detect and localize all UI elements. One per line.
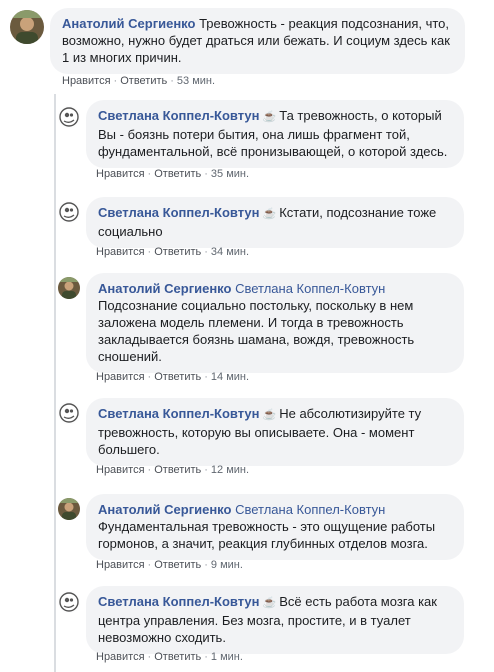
comment-time[interactable]: 1 мин. — [211, 651, 243, 663]
comment-time[interactable]: 9 мин. — [211, 559, 243, 571]
coffee-cup-icon: ☕ — [262, 409, 277, 421]
avatar-svetlana[interactable] — [58, 106, 80, 128]
reply-link[interactable]: Ответить — [120, 75, 167, 87]
reply-link[interactable]: Ответить — [154, 464, 201, 476]
comment-time[interactable]: 12 мин. — [211, 464, 249, 476]
reply-comment: Светлана Коппел-Ковтун ☕ Всё есть работа м… — [0, 584, 494, 672]
comment-actions: Нравится · Ответить · 35 мин. — [96, 168, 250, 180]
avatar-anatoly[interactable] — [58, 498, 80, 520]
comment-time[interactable]: 34 мин. — [211, 246, 249, 258]
reply-comment: Светлана Коппел-Ковтун ☕ Не абсолютизируйт… — [0, 394, 494, 484]
reply-link[interactable]: Ответить — [154, 559, 201, 571]
reply-comment: Анатолий Сергиенко Светлана Коппел-Ковту… — [0, 270, 494, 388]
comment-author[interactable]: Анатолий Сергиенко — [98, 502, 231, 517]
avatar-svetlana[interactable] — [58, 201, 80, 223]
comment-actions: Нравится · Ответить · 1 мин. — [96, 651, 243, 663]
avatar-svetlana[interactable] — [58, 591, 80, 613]
coffee-cup-icon: ☕ — [262, 597, 277, 609]
comment-actions: Нравится · Ответить · 34 мин. — [96, 246, 250, 258]
reply-link[interactable]: Ответить — [154, 168, 201, 180]
comment-text: Подсознание социально постольку, посколь… — [98, 298, 415, 364]
mention-link[interactable]: Светлана Коппел-Ковтун — [235, 281, 385, 296]
comment-bubble: Светлана Коппел-Ковтун ☕ Кстати, подсознан… — [86, 197, 464, 248]
reply-link[interactable]: Ответить — [154, 371, 201, 383]
coffee-cup-icon: ☕ — [262, 208, 277, 220]
comment-bubble: Анатолий Сергиенко Светлана Коппел-Ковту… — [86, 494, 464, 560]
comment-author[interactable]: Светлана Коппел-Ковтун — [98, 406, 260, 421]
coffee-cup-icon: ☕ — [262, 111, 277, 123]
comment-actions: Нравится · Ответить · 14 мин. — [96, 371, 250, 383]
comment-bubble: Анатолий Сергиенко Тревожность - реакция… — [50, 8, 465, 74]
like-link[interactable]: Нравится — [96, 559, 145, 571]
avatar-anatoly[interactable] — [58, 277, 80, 299]
mention-link[interactable]: Светлана Коппел-Ковтун — [235, 502, 385, 517]
comment-text: Фундаментальная тревожность - это ощущен… — [98, 519, 436, 551]
comment-author[interactable]: Светлана Коппел-Ковтун — [98, 594, 260, 609]
reply-comment: Анатолий Сергиенко Светлана Коппел-Ковту… — [0, 492, 494, 578]
like-link[interactable]: Нравится — [96, 246, 145, 258]
reply-comment: Светлана Коппел-Ковтун ☕ Кстати, подсознан… — [0, 192, 494, 262]
comment-bubble: Светлана Коппел-Ковтун ☕ Та тревожность, о… — [86, 100, 464, 168]
avatar-anatoly[interactable] — [10, 10, 44, 44]
like-link[interactable]: Нравится — [96, 168, 145, 180]
comment-bubble: Светлана Коппел-Ковтун ☕ Всё есть работа м… — [86, 586, 464, 654]
like-link[interactable]: Нравится — [62, 75, 111, 87]
comment-author[interactable]: Анатолий Сергиенко — [62, 16, 195, 31]
comment-bubble: Светлана Коппел-Ковтун ☕ Не абсолютизируйт… — [86, 398, 464, 466]
like-link[interactable]: Нравится — [96, 464, 145, 476]
comment-actions: Нравится · Ответить · 53 мин. — [62, 75, 216, 87]
comment-author[interactable]: Анатолий Сергиенко — [98, 281, 231, 296]
comment-time[interactable]: 53 мин. — [177, 75, 215, 87]
like-link[interactable]: Нравится — [96, 651, 145, 663]
comment-actions: Нравится · Ответить · 9 мин. — [96, 559, 243, 571]
comment-actions: Нравится · Ответить · 12 мин. — [96, 464, 250, 476]
like-link[interactable]: Нравится — [96, 371, 145, 383]
comment-root: Анатолий Сергиенко Тревожность - реакция… — [0, 0, 494, 95]
comment-bubble: Анатолий Сергиенко Светлана Коппел-Ковту… — [86, 273, 464, 373]
reply-comment: Светлана Коппел-Ковтун ☕ Та тревожность, о… — [0, 96, 494, 188]
comment-author[interactable]: Светлана Коппел-Ковтун — [98, 108, 260, 123]
comment-author[interactable]: Светлана Коппел-Ковтун — [98, 205, 260, 220]
avatar-svetlana[interactable] — [58, 402, 80, 424]
comment-time[interactable]: 35 мин. — [211, 168, 249, 180]
reply-link[interactable]: Ответить — [154, 651, 201, 663]
comment-time[interactable]: 14 мин. — [211, 371, 249, 383]
reply-link[interactable]: Ответить — [154, 246, 201, 258]
